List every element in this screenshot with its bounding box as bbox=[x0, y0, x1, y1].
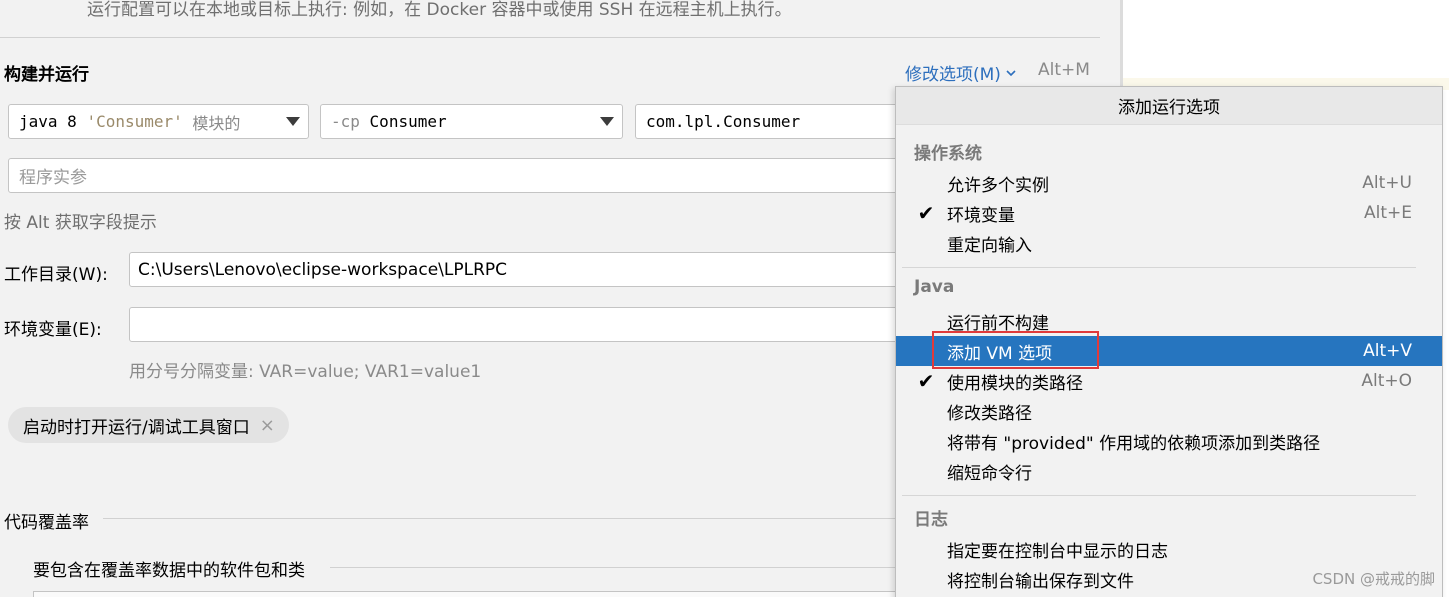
watermark: CSDN @戒戒的脚 bbox=[1312, 570, 1435, 588]
classpath-flag: -cp bbox=[331, 112, 360, 131]
menu-item-redirect-input[interactable]: 重定向输入 bbox=[896, 228, 1442, 258]
menu-item-label: 环境变量 bbox=[947, 205, 1015, 226]
chip-label: 启动时打开运行/调试工具窗口 bbox=[23, 417, 250, 438]
menu-item-modify-classpath[interactable]: 修改类路径 bbox=[896, 396, 1442, 426]
classpath-value: Consumer bbox=[369, 112, 447, 131]
coverage-subtitle: 要包含在覆盖率数据中的软件包和类 bbox=[33, 561, 305, 581]
alt-hint: 按 Alt 获取字段提示 bbox=[4, 213, 157, 233]
coverage-title: 代码覆盖率 bbox=[4, 513, 89, 533]
menu-item-label: 重定向输入 bbox=[947, 235, 1032, 256]
check-icon: ✔ bbox=[917, 369, 935, 393]
popup-title: 添加运行选项 bbox=[896, 87, 1442, 125]
menu-item-shortcut: Alt+V bbox=[1363, 341, 1412, 361]
env-vars-input[interactable] bbox=[129, 307, 919, 342]
program-args-placeholder: 程序实参 bbox=[19, 168, 87, 188]
jre-module: 'Consumer' bbox=[86, 112, 183, 131]
menu-item-env-vars[interactable]: ✔ 环境变量 Alt+E bbox=[896, 198, 1442, 228]
jre-suffix: 模块的 bbox=[192, 113, 241, 133]
menu-item-label: 缩短命令行 bbox=[947, 463, 1032, 484]
chevron-down-icon bbox=[1006, 69, 1016, 76]
menu-item-label: 将带有 "provided" 作用域的依赖项添加到类路径 bbox=[947, 433, 1321, 454]
menu-item-module-classpath[interactable]: ✔ 使用模块的类路径 Alt+O bbox=[896, 366, 1442, 396]
menu-item-console-logs[interactable]: 指定要在控制台中显示的日志 bbox=[896, 534, 1442, 564]
separator bbox=[330, 567, 900, 568]
close-icon[interactable]: × bbox=[260, 415, 275, 436]
menu-item-label: 添加 VM 选项 bbox=[947, 343, 1053, 364]
menu-item-shortcut: Alt+U bbox=[1362, 173, 1412, 193]
main-class-value: com.lpl.Consumer bbox=[646, 112, 801, 131]
menu-item-label: 修改类路径 bbox=[947, 403, 1032, 424]
separator bbox=[902, 267, 1416, 268]
menu-item-add-vm-options[interactable]: 添加 VM 选项 Alt+V bbox=[896, 336, 1442, 366]
menu-item-allow-multiple[interactable]: 允许多个实例 Alt+U bbox=[896, 168, 1442, 198]
menu-item-label: 将控制台输出保存到文件 bbox=[947, 571, 1134, 592]
working-dir-value: C:\Users\Lenovo\eclipse-workspace\LPLRPC bbox=[138, 259, 508, 280]
coverage-list[interactable] bbox=[33, 591, 903, 597]
modify-options-label: 修改选项(M) bbox=[905, 65, 1001, 85]
menu-item-label: 指定要在控制台中显示的日志 bbox=[947, 541, 1168, 562]
separator bbox=[902, 495, 1416, 496]
jre-select[interactable]: java 8 'Consumer' 模块的 bbox=[8, 104, 309, 139]
env-vars-hint: 用分号分隔变量: VAR=value; VAR1=value1 bbox=[129, 362, 482, 382]
dropdown-arrow-icon bbox=[600, 117, 614, 126]
menu-item-shortcut: Alt+E bbox=[1363, 203, 1412, 223]
separator bbox=[0, 37, 1100, 38]
menu-item-shorten-cmdline[interactable]: 缩短命令行 bbox=[896, 456, 1442, 486]
group-os: 操作系统 bbox=[914, 144, 982, 164]
add-run-options-popup: 添加运行选项 操作系统 允许多个实例 Alt+U ✔ 环境变量 Alt+E 重定… bbox=[895, 86, 1443, 597]
separator bbox=[103, 518, 903, 519]
build-run-title: 构建并运行 bbox=[4, 65, 89, 85]
run-config-description: 运行配置可以在本地或目标上执行: 例如，在 Docker 容器中或使用 SSH … bbox=[87, 0, 792, 20]
menu-item-label: 允许多个实例 bbox=[947, 175, 1049, 196]
main-class-field[interactable]: com.lpl.Consumer bbox=[635, 104, 915, 139]
working-dir-input[interactable]: C:\Users\Lenovo\eclipse-workspace\LPLRPC bbox=[129, 252, 919, 287]
menu-item-no-build[interactable]: 运行前不构建 bbox=[896, 306, 1442, 336]
menu-item-label: 使用模块的类路径 bbox=[947, 373, 1083, 394]
group-java: Java bbox=[914, 277, 955, 297]
program-args-input[interactable]: 程序实参 bbox=[8, 158, 908, 193]
menu-item-provided-deps[interactable]: 将带有 "provided" 作用域的依赖项添加到类路径 bbox=[896, 426, 1442, 456]
open-tool-window-chip[interactable]: 启动时打开运行/调试工具窗口 × bbox=[8, 407, 289, 443]
working-dir-label: 工作目录(W): bbox=[4, 265, 108, 285]
classpath-select[interactable]: -cp Consumer bbox=[320, 104, 623, 139]
env-vars-label: 环境变量(E): bbox=[4, 320, 102, 340]
menu-item-label: 运行前不构建 bbox=[947, 313, 1049, 334]
jre-prefix: java 8 bbox=[19, 112, 77, 131]
modify-options-shortcut: Alt+M bbox=[1038, 60, 1090, 80]
menu-item-shortcut: Alt+O bbox=[1361, 371, 1412, 391]
dropdown-arrow-icon bbox=[286, 117, 300, 126]
modify-options-link[interactable]: 修改选项(M) bbox=[905, 60, 1017, 85]
check-icon: ✔ bbox=[917, 201, 935, 225]
group-logs: 日志 bbox=[914, 510, 948, 530]
